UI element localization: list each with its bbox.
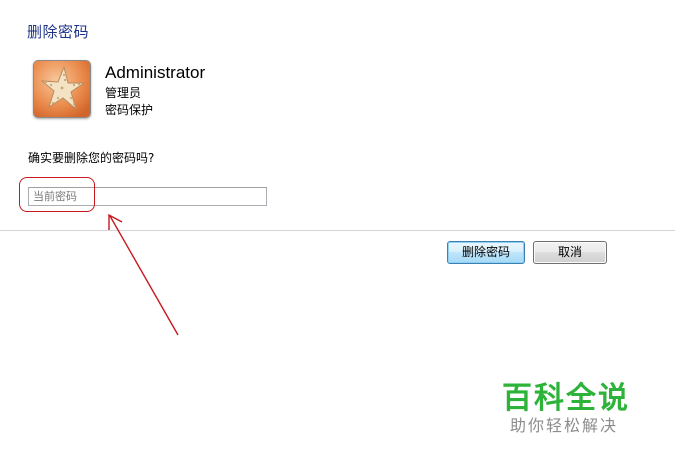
cancel-button[interactable]: 取消 bbox=[533, 241, 607, 264]
delete-password-button[interactable]: 删除密码 bbox=[447, 241, 525, 264]
user-role: 管理员 bbox=[105, 86, 142, 100]
confirm-question: 确实要删除您的密码吗? bbox=[28, 151, 155, 165]
page-title: 删除密码 bbox=[27, 23, 90, 41]
password-protection-status: 密码保护 bbox=[105, 103, 154, 117]
starfish-avatar-icon bbox=[33, 60, 91, 118]
current-password-input[interactable] bbox=[28, 187, 267, 206]
watermark-title: 百科全说 bbox=[502, 381, 630, 416]
divider bbox=[0, 230, 675, 231]
watermark-subtitle: 助你轻松解决 bbox=[510, 416, 619, 435]
delete-password-dialog: 删除密码 Administrator 管理员 密码保护 确实要删除您的密码吗? … bbox=[0, 0, 675, 466]
user-name: Administrator bbox=[105, 63, 206, 82]
